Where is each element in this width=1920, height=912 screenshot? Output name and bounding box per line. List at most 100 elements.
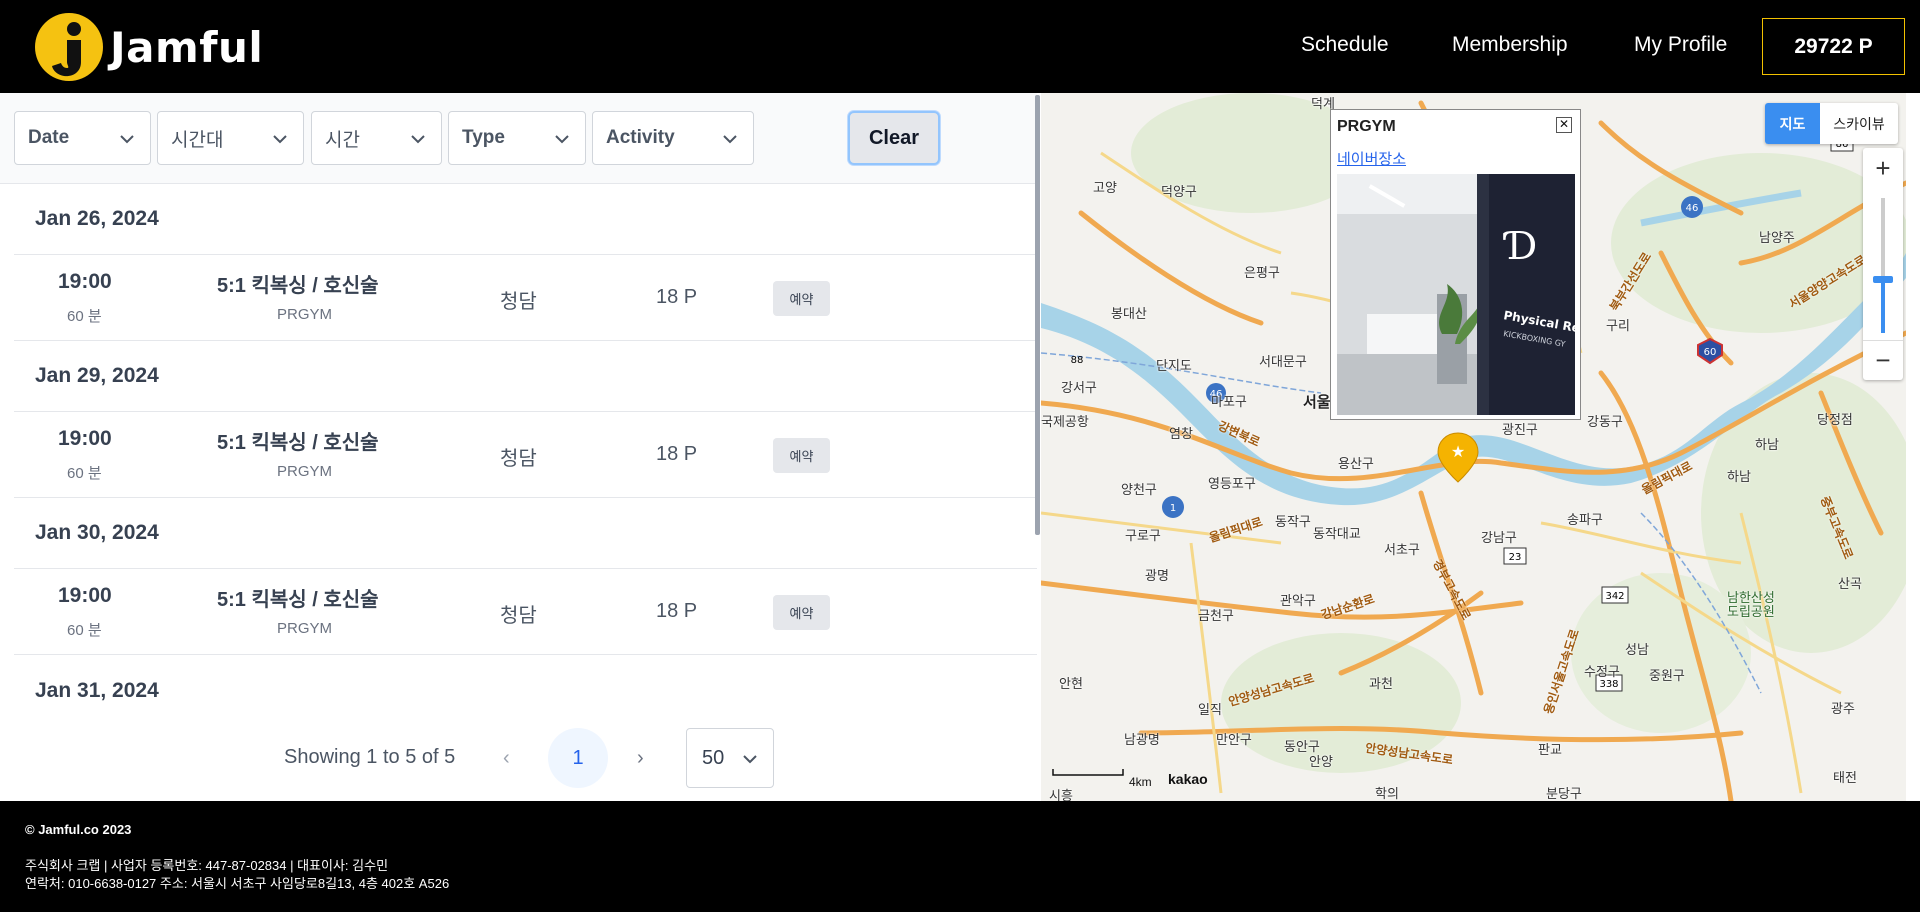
map-label: 용산구 [1338, 456, 1374, 471]
page-1-button[interactable]: 1 [548, 728, 608, 788]
per-page-value: 50 [702, 746, 725, 769]
footer: © Jamful.co 2023 주식회사 크랩 | 사업자 등록번호: 447… [0, 801, 1920, 912]
zoom-in-button[interactable]: + [1863, 148, 1903, 188]
class-duration: 60 분 [67, 465, 102, 482]
svg-text:★: ★ [1451, 444, 1465, 461]
map-label: 판교 [1538, 742, 1562, 757]
time-filter-label: 시간 [325, 129, 360, 151]
map-label: 하남 [1727, 469, 1751, 484]
date-header: Jan 26, 2024 [14, 184, 1037, 255]
class-price: 18 P [656, 443, 698, 465]
class-duration: 60 분 [67, 622, 102, 639]
chevron-down-icon [273, 135, 287, 144]
map-label: 산곡 [1838, 576, 1862, 591]
map-label: 서울 [1303, 394, 1331, 411]
nav-schedule[interactable]: Schedule [1301, 33, 1389, 57]
footer-company-info: 주식회사 크랩 | 사업자 등록번호: 447-87-02834 | 대표이사:… [25, 858, 389, 873]
prev-page-button[interactable]: ‹ [503, 747, 510, 770]
results-count: Showing 1 to 5 of 5 [284, 746, 456, 768]
place-infowindow: PRGYM ✕ 네이버장소 Ɗ Physical Reme KICKBOXING… [1330, 109, 1581, 420]
schedule-panel: Date 시간대 시간 Type Activity Clear Jan 26, [0, 93, 1040, 801]
map-label: 학의 [1375, 786, 1399, 801]
gym-photo: Ɗ Physical Reme KICKBOXING GY [1337, 174, 1575, 415]
chevron-down-icon [723, 135, 737, 144]
map-label: 봉대산 [1111, 306, 1147, 321]
class-row: 19:00 60 분 5:1 킥복싱 / 호신술 PRGYM 청담 18 P 예… [14, 412, 1037, 498]
map-label: 덕양구 [1161, 184, 1197, 199]
shield-342: 342 [1605, 591, 1624, 602]
naver-place-link[interactable]: 네이버장소 [1337, 148, 1406, 169]
logo[interactable]: Jamful [34, 12, 263, 82]
map-label: 광진구 [1502, 422, 1538, 437]
gym-name: PRGYM [277, 620, 333, 637]
zoom-control: + − [1863, 148, 1903, 380]
reserve-button[interactable]: 예약 [773, 595, 830, 630]
type-filter[interactable]: Type [448, 111, 586, 165]
zoom-out-button[interactable]: − [1863, 340, 1903, 380]
map-view-button[interactable]: 지도 [1765, 103, 1820, 144]
class-name: 5:1 킥복싱 / 호신술 [217, 589, 379, 611]
per-page-select[interactable]: 50 [686, 728, 774, 788]
shield-1: 1 [1170, 503, 1176, 514]
map-label: 송파구 [1567, 512, 1603, 527]
map-label: 강남구 [1481, 530, 1517, 545]
chevron-down-icon [555, 135, 569, 144]
map-label: 남한산성 도립공원 [1727, 590, 1775, 619]
skyview-button[interactable]: 스카이뷰 [1820, 103, 1898, 144]
class-price: 18 P [656, 600, 698, 622]
date-header: Jan 29, 2024 [14, 341, 1037, 412]
type-filter-label: Type [462, 127, 505, 148]
date-header: Jan 30, 2024 [14, 498, 1037, 569]
reserve-button[interactable]: 예약 [773, 438, 830, 473]
shield-60: 60 [1704, 347, 1717, 358]
points-button[interactable]: 29722 P [1762, 18, 1905, 75]
map-label: 남광명 [1124, 732, 1160, 747]
close-icon[interactable]: ✕ [1556, 117, 1572, 133]
filter-bar: Date 시간대 시간 Type Activity Clear [0, 93, 1037, 184]
map-label: 태전 [1833, 770, 1857, 785]
map-label: 은평구 [1244, 265, 1280, 280]
map-label: 관악구 [1280, 593, 1316, 608]
class-location: 청담 [500, 605, 537, 627]
map-label: 하남 [1755, 437, 1779, 452]
date-filter[interactable]: Date [14, 111, 151, 165]
pagination: Showing 1 to 5 of 5 ‹ 1 › 50 [0, 728, 1037, 788]
map-label: 수정구 [1584, 664, 1620, 679]
footer-copyright: © Jamful.co 2023 [25, 822, 132, 837]
zoom-level-fill [1881, 279, 1885, 333]
kakao-logo: kakao [1168, 771, 1208, 787]
timeslot-filter[interactable]: 시간대 [157, 111, 304, 165]
map-label: 동작대교 [1313, 526, 1361, 541]
map-type-toggle: 지도 스카이뷰 [1765, 103, 1898, 144]
map-label: 광명 [1145, 568, 1169, 583]
app: Jamful Schedule Membership My Profile 29… [0, 0, 1920, 912]
map-label: 안현 [1059, 676, 1083, 691]
activity-filter[interactable]: Activity [592, 111, 754, 165]
list-scrollbar[interactable] [1035, 95, 1040, 535]
nav-membership[interactable]: Membership [1452, 33, 1568, 57]
time-filter[interactable]: 시간 [311, 111, 442, 165]
chevron-down-icon [743, 755, 757, 764]
map-label: 서초구 [1384, 542, 1420, 557]
nav-my-profile[interactable]: My Profile [1634, 33, 1727, 57]
zoom-slider-handle[interactable] [1873, 276, 1893, 283]
class-location: 청담 [500, 291, 537, 313]
shield-88: 88 [1071, 355, 1084, 366]
date-filter-label: Date [28, 127, 70, 148]
activity-filter-label: Activity [606, 127, 675, 148]
map-scale: 4km [1129, 775, 1152, 789]
class-time: 19:00 [58, 270, 112, 293]
class-time: 19:00 [58, 427, 112, 450]
map-label: 양천구 [1121, 482, 1157, 497]
clear-button[interactable]: Clear [848, 111, 940, 165]
map-label: 금천구 [1198, 608, 1234, 623]
timeslot-filter-label: 시간대 [171, 129, 224, 151]
map-label: 분당구 [1546, 786, 1582, 801]
map-label: 만안구 [1216, 732, 1252, 747]
reserve-button[interactable]: 예약 [773, 281, 830, 316]
map-label: 구로구 [1125, 528, 1161, 543]
next-page-button[interactable]: › [637, 747, 644, 770]
map-label: 마포구 [1211, 394, 1247, 409]
map[interactable]: 371 86 46 60 88 46 1 23 342 338 ★ 고양 덕양구… [1041, 93, 1906, 801]
gym-name: PRGYM [277, 463, 333, 480]
